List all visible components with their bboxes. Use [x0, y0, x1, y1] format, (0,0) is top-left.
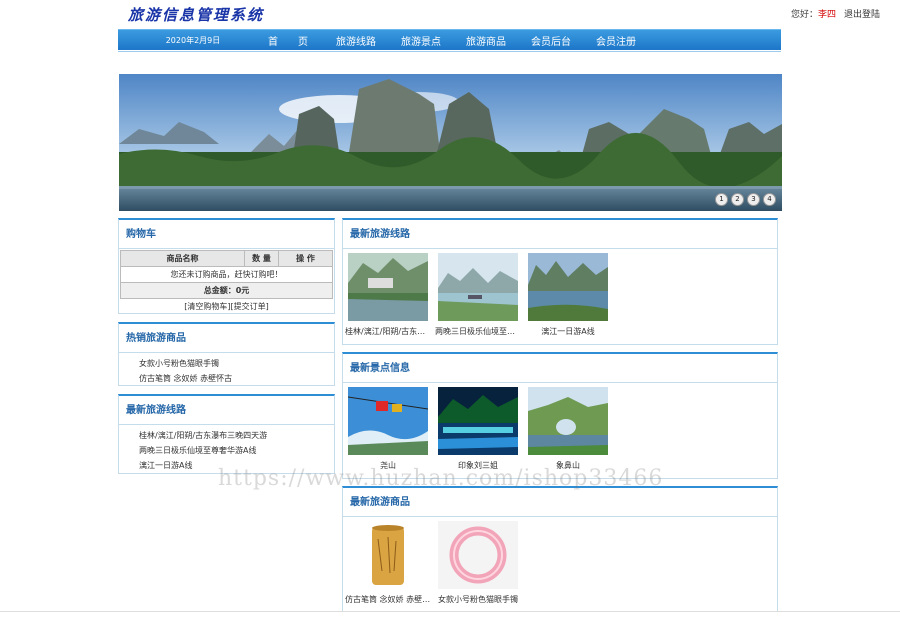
route-caption[interactable]: 漓江一日游A线 — [523, 326, 613, 337]
goods-image[interactable] — [438, 521, 518, 589]
cart-empty-message: 您还未订购商品，赶快订购吧！ — [120, 266, 333, 283]
clear-cart-link[interactable]: [清空购物车] — [184, 302, 230, 311]
goods-caption[interactable]: 仿古笔筒 念奴娇 赤壁怀古 — [343, 594, 433, 605]
nav-item-member-admin[interactable]: 会员后台 — [531, 33, 571, 48]
banner-dot[interactable]: 2 — [731, 193, 744, 206]
banner-dot[interactable]: 3 — [747, 193, 760, 206]
nav-item-register[interactable]: 会员注册 — [596, 33, 636, 48]
col-quantity: 数 量 — [244, 250, 279, 267]
nav-item-goods[interactable]: 旅游商品 — [466, 33, 506, 48]
route-image[interactable] — [438, 253, 518, 321]
spot-image[interactable] — [528, 387, 608, 455]
side-routes-panel: 最新旅游线路 桂林/漓江/阳朔/古东瀑布三晚四天游 两晚三日极乐仙境至尊奢华游A… — [118, 394, 335, 474]
nav-item-home[interactable]: 首 页 — [268, 33, 308, 48]
user-bar: 您好：李四 退出登陆 — [791, 7, 880, 20]
list-item[interactable]: 女款小号粉色猫眼手镯 — [139, 356, 334, 371]
footer-divider — [0, 611, 900, 612]
routes-panel: 最新旅游线路 桂林/漓江/阳朔/古东瀑布三晚四天游 两晚三日极乐仙境至尊奢华游A… — [342, 218, 778, 345]
banner-slideshow[interactable]: 1 2 3 4 — [119, 74, 782, 211]
spot-image[interactable] — [438, 387, 518, 455]
col-goods-name: 商品名称 — [120, 250, 245, 267]
site-logo: 旅游信息管理系统 — [128, 6, 265, 24]
route-card[interactable]: 两晚三日极乐仙境至尊奢华游A线 — [433, 253, 523, 337]
goods-card[interactable]: 仿古笔筒 念奴娇 赤壁怀古 — [343, 521, 433, 605]
username: 李四 — [817, 10, 836, 20]
side-routes-title: 最新旅游线路 — [119, 396, 334, 425]
goods-panel: 最新旅游商品 仿古笔筒 念奴娇 赤壁怀古 女款小号粉色猫眼手镯 — [342, 486, 778, 612]
main-nav: 2020年2月9日 首 页 旅游线路 旅游景点 旅游商品 会员后台 会员注册 — [118, 29, 781, 50]
list-item[interactable]: 仿古笔筒 念奴娇 赤壁怀古 — [139, 371, 334, 386]
nav-date: 2020年2月9日 — [165, 35, 221, 45]
goods-image[interactable] — [348, 521, 428, 589]
spots-thumbs: 尧山 印象刘三姐 象鼻山 — [343, 383, 777, 471]
route-card[interactable]: 桂林/漓江/阳朔/古东瀑布三晚四天游 — [343, 253, 433, 337]
spot-card[interactable]: 尧山 — [343, 387, 433, 471]
hot-goods-panel: 热销旅游商品 女款小号粉色猫眼手镯 仿古笔筒 念奴娇 赤壁怀古 — [118, 322, 335, 386]
routes-thumbs: 桂林/漓江/阳朔/古东瀑布三晚四天游 两晚三日极乐仙境至尊奢华游A线 漓江一日游… — [343, 249, 777, 337]
logout-link[interactable]: 退出登陆 — [844, 10, 880, 20]
nav-item-routes[interactable]: 旅游线路 — [336, 33, 376, 48]
spot-card[interactable]: 象鼻山 — [523, 387, 613, 471]
banner-image — [119, 74, 782, 211]
spots-title: 最新景点信息 — [343, 354, 777, 383]
cart-actions: [清空购物车][提交订单] — [119, 301, 334, 312]
list-item[interactable]: 两晚三日极乐仙境至尊奢华游A线 — [139, 443, 334, 458]
nav-item-spots[interactable]: 旅游景点 — [401, 33, 441, 48]
banner-dot[interactable]: 1 — [715, 193, 728, 206]
list-item[interactable]: 桂林/漓江/阳朔/古东瀑布三晚四天游 — [139, 428, 334, 443]
banner-dot[interactable]: 4 — [763, 193, 776, 206]
goods-card[interactable]: 女款小号粉色猫眼手镯 — [433, 521, 523, 605]
hot-goods-title: 热销旅游商品 — [119, 324, 334, 353]
watermark: https://www.huzhan.com/ishop33466 — [218, 466, 664, 491]
submit-order-link[interactable]: [提交订单] — [231, 302, 269, 311]
banner-dots: 1 2 3 4 — [715, 193, 776, 206]
goods-thumbs: 仿古笔筒 念奴娇 赤壁怀古 女款小号粉色猫眼手镯 — [343, 517, 777, 605]
route-card[interactable]: 漓江一日游A线 — [523, 253, 613, 337]
spot-card[interactable]: 印象刘三姐 — [433, 387, 523, 471]
col-actions: 操 作 — [278, 250, 333, 267]
spots-panel: 最新景点信息 尧山 印象刘三姐 象鼻山 — [342, 352, 778, 479]
route-image[interactable] — [348, 253, 428, 321]
hot-goods-list: 女款小号粉色猫眼手镯 仿古笔筒 念奴娇 赤壁怀古 — [119, 353, 334, 386]
route-image[interactable] — [528, 253, 608, 321]
goods-caption[interactable]: 女款小号粉色猫眼手镯 — [433, 594, 523, 605]
routes-title: 最新旅游线路 — [343, 220, 777, 249]
cart-title: 购物车 — [119, 220, 334, 249]
cart-table: 商品名称 数 量 操 作 您还未订购商品，赶快订购吧！ 总金额：0元 — [120, 250, 333, 299]
route-caption[interactable]: 桂林/漓江/阳朔/古东瀑布三晚四天游 — [343, 326, 433, 337]
spot-image[interactable] — [348, 387, 428, 455]
goods-title: 最新旅游商品 — [343, 488, 777, 517]
cart-total: 总金额：0元 — [120, 282, 333, 299]
nav-divider — [118, 51, 781, 52]
cart-panel: 购物车 商品名称 数 量 操 作 您还未订购商品，赶快订购吧！ 总金额：0元 [… — [118, 218, 335, 314]
route-caption[interactable]: 两晚三日极乐仙境至尊奢华游A线 — [433, 326, 523, 337]
greeting-label: 您好： — [790, 10, 818, 20]
